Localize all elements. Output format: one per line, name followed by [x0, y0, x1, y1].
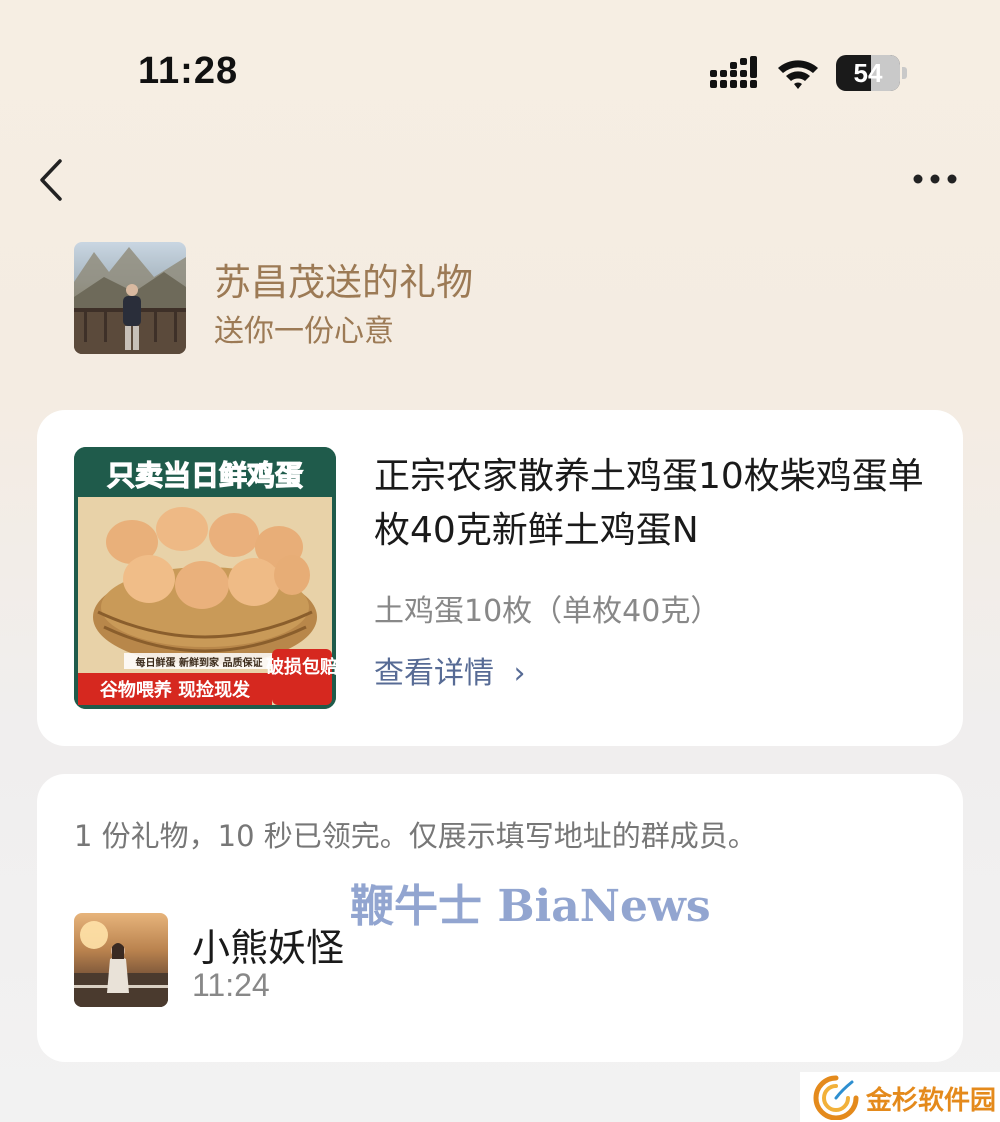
image-tag-small: 每日鲜蛋 新鲜到家 品质保证: [136, 656, 263, 669]
product-spec: 土鸡蛋10枚（单枚40克）: [374, 594, 721, 629]
gift-claim-info: 1 份礼物，10 秒已领完。仅展示填写地址的群成员。: [74, 819, 757, 853]
battery-cap: [902, 67, 907, 79]
product-title[interactable]: 正宗农家散养土鸡蛋10枚柴鸡蛋单枚40克新鲜土鸡蛋N: [374, 450, 934, 558]
receiver-time: 11:24: [192, 967, 270, 1003]
receiver-avatar[interactable]: [74, 913, 168, 1007]
gift-sender-title: 苏昌茂送的礼物: [214, 261, 473, 304]
back-chevron-icon[interactable]: [34, 155, 70, 205]
sender-avatar[interactable]: [74, 242, 186, 354]
image-banner-text: 只卖当日鲜鸡蛋: [107, 459, 303, 492]
status-time: 11:28: [138, 50, 239, 92]
wifi-icon: [778, 60, 818, 89]
chevron-right-icon: ›: [513, 656, 526, 691]
more-options-icon[interactable]: [910, 165, 960, 193]
product-image[interactable]: 只卖当日鲜鸡蛋 每日鲜蛋 新鲜到家 品质保证 谷物喂养 现捡现发 破损包赔: [74, 447, 336, 709]
watermark-text: 鞭牛士 BiaNews: [350, 881, 711, 932]
image-badge: 破损包赔: [266, 656, 336, 678]
receiver-name: 小熊妖怪: [192, 926, 345, 970]
logo-swirl-icon: [813, 1075, 859, 1120]
view-details-link[interactable]: 查看详情 ›: [374, 648, 526, 692]
image-tag-bottom: 谷物喂养 现捡现发: [100, 679, 251, 701]
battery-indicator: 54: [836, 55, 900, 91]
cellular-signal-icon: [710, 56, 757, 88]
corner-logo-text: 金杉软件园: [866, 1086, 997, 1116]
battery-percent: 54: [853, 58, 883, 88]
view-details-label: 查看详情: [374, 656, 494, 691]
gift-subtitle: 送你一份心意: [214, 314, 394, 349]
